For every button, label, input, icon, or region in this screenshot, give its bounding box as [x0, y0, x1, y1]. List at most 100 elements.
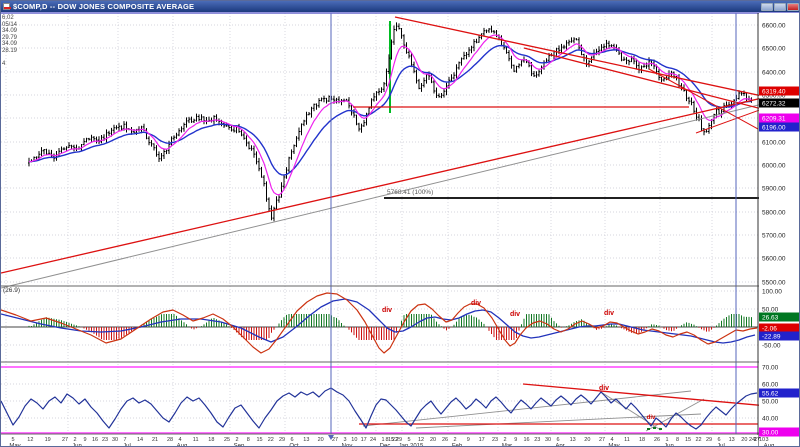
svg-text:30: 30 — [112, 437, 118, 443]
svg-text:6196.00: 6196.00 — [762, 125, 786, 132]
svg-text:5600.00: 5600.00 — [762, 256, 786, 263]
price-chart-svg: 5768.41 (100%)(26.9)divdivdivdivdivdiv66… — [1, 12, 800, 447]
svg-text:5: 5 — [407, 437, 410, 443]
svg-text:9: 9 — [514, 437, 517, 443]
svg-text:(26.9): (26.9) — [3, 287, 20, 294]
svg-text:50.00: 50.00 — [762, 307, 779, 314]
svg-text:29: 29 — [706, 437, 712, 443]
svg-text:19: 19 — [45, 437, 51, 443]
svg-text:18: 18 — [208, 437, 214, 443]
svg-text:div: div — [382, 307, 392, 314]
svg-text:50.00: 50.00 — [762, 399, 779, 406]
svg-text:27: 27 — [62, 437, 68, 443]
svg-text:-50.00: -50.00 — [762, 343, 781, 350]
svg-text:Jun: Jun — [664, 444, 674, 447]
svg-text:20: 20 — [584, 437, 590, 443]
svg-text:11: 11 — [624, 437, 630, 443]
svg-text:6: 6 — [717, 437, 720, 443]
svg-text:11: 11 — [193, 437, 199, 443]
svg-text:2: 2 — [503, 437, 506, 443]
svg-text:13: 13 — [303, 437, 309, 443]
svg-text:16: 16 — [523, 437, 529, 443]
svg-text:Nov: Nov — [342, 444, 353, 447]
ohlc-info-labels: 6.0205/1434.0929.7934.0928.194 — [2, 15, 17, 67]
app-chart-icon — [3, 3, 10, 10]
svg-text:5800.00: 5800.00 — [762, 210, 786, 217]
svg-text:5700.00: 5700.00 — [762, 233, 786, 240]
svg-text:22: 22 — [268, 437, 274, 443]
svg-text:23: 23 — [102, 437, 108, 443]
svg-text:Jul: Jul — [123, 444, 131, 447]
info-label: 34.09 — [2, 41, 17, 48]
maximize-button[interactable] — [774, 3, 786, 11]
svg-text:Jul: Jul — [717, 444, 725, 447]
svg-text:Aug: Aug — [764, 444, 775, 447]
svg-text:Feb: Feb — [452, 444, 463, 447]
svg-text:26.63: 26.63 — [762, 315, 779, 322]
svg-text:Mar: Mar — [502, 444, 512, 447]
window-title: $COMP,D -- DOW JONES COMPOSITE AVERAGE — [13, 1, 194, 12]
svg-text:Jan 2015: Jan 2015 — [399, 444, 424, 447]
svg-text:6209.31: 6209.31 — [762, 116, 786, 123]
svg-text:20: 20 — [430, 437, 436, 443]
svg-text:div: div — [471, 300, 481, 307]
svg-text:20: 20 — [318, 437, 324, 443]
svg-text:30.00: 30.00 — [762, 430, 779, 437]
svg-text:2: 2 — [235, 437, 238, 443]
price-axis: 6600.006500.006400.006300.006200.006100.… — [759, 13, 800, 437]
date-axis: 5121927May29162330Jun7142128Jul4111825Au… — [1, 435, 774, 447]
svg-text:div: div — [599, 385, 609, 392]
svg-text:17: 17 — [479, 437, 485, 443]
svg-text:12: 12 — [27, 437, 33, 443]
svg-text:13: 13 — [729, 437, 735, 443]
close-button[interactable] — [787, 3, 799, 11]
svg-text:21: 21 — [152, 437, 158, 443]
svg-text:div: div — [510, 311, 520, 318]
svg-text:40.00: 40.00 — [762, 416, 779, 423]
svg-text:May: May — [608, 444, 619, 447]
svg-text:16: 16 — [92, 437, 98, 443]
svg-text:24: 24 — [749, 437, 755, 443]
svg-text:2: 2 — [73, 437, 76, 443]
svg-text:Apr: Apr — [555, 444, 564, 447]
svg-text:6: 6 — [290, 437, 293, 443]
title-bar: $COMP,D -- DOW JONES COMPOSITE AVERAGE — [1, 1, 800, 12]
info-label: 4 — [2, 61, 17, 68]
svg-text:5900.00: 5900.00 — [762, 186, 786, 193]
minimize-button[interactable] — [761, 3, 773, 11]
svg-text:3: 3 — [343, 437, 346, 443]
svg-text:2: 2 — [453, 437, 456, 443]
svg-text:May: May — [9, 444, 20, 447]
svg-text:Jun: Jun — [72, 444, 82, 447]
svg-text:25: 25 — [224, 437, 230, 443]
svg-text:60.00: 60.00 — [762, 382, 779, 389]
svg-text:23: 23 — [492, 437, 498, 443]
svg-text:-22.89: -22.89 — [762, 334, 781, 341]
svg-text:8: 8 — [676, 437, 679, 443]
svg-text:20: 20 — [741, 437, 747, 443]
chart-background — [1, 12, 800, 447]
svg-text:div: div — [604, 310, 614, 317]
svg-text:Sep: Sep — [234, 444, 245, 447]
info-label: 34.09 — [2, 28, 17, 35]
svg-text:13: 13 — [570, 437, 576, 443]
svg-text:6600.00: 6600.00 — [762, 23, 786, 30]
svg-text:1: 1 — [381, 437, 384, 443]
svg-text:8: 8 — [247, 437, 250, 443]
svg-text:14: 14 — [137, 437, 143, 443]
svg-text:15: 15 — [685, 437, 691, 443]
svg-text:6400.00: 6400.00 — [762, 70, 786, 77]
chart-area: 5768.41 (100%)(26.9)divdivdivdivdivdiv66… — [1, 12, 800, 447]
svg-text:28: 28 — [167, 437, 173, 443]
svg-text:100.00: 100.00 — [762, 289, 782, 296]
svg-text:5768.41 (100%): 5768.41 (100%) — [387, 189, 433, 196]
svg-text:7: 7 — [123, 437, 126, 443]
svg-text:26: 26 — [442, 437, 448, 443]
svg-text:9: 9 — [467, 437, 470, 443]
svg-text:27: 27 — [599, 437, 605, 443]
svg-text:4: 4 — [178, 437, 181, 443]
svg-text:Dec: Dec — [380, 444, 391, 447]
svg-text:22: 22 — [695, 437, 701, 443]
svg-text:10: 10 — [351, 437, 357, 443]
svg-text:6272.32: 6272.32 — [762, 101, 786, 108]
